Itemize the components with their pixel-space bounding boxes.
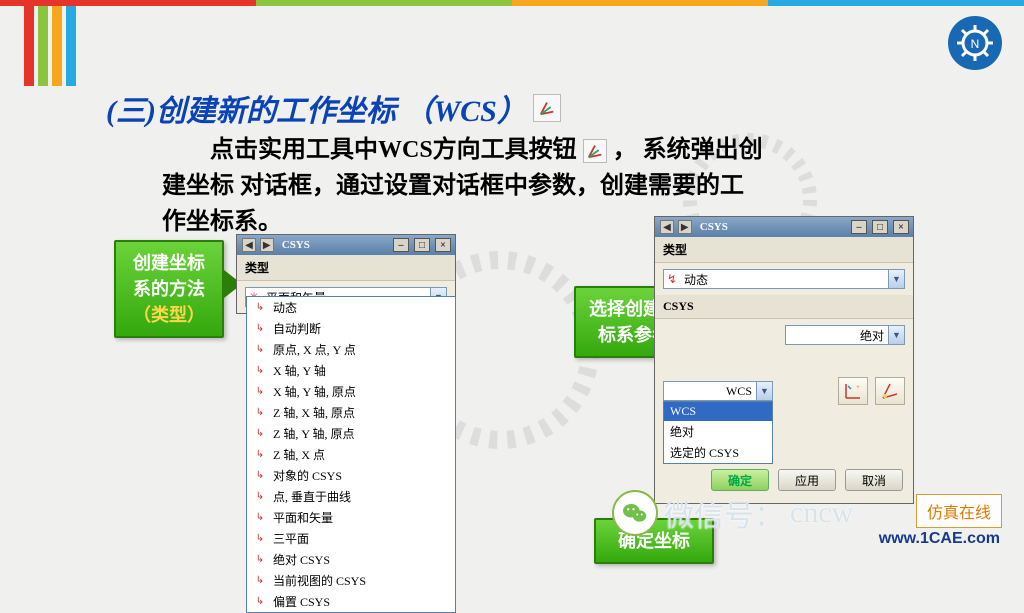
callout-type-method: 创建坐标 系的方法 （类型） <box>114 240 224 338</box>
dialog-title: CSYS <box>700 221 846 233</box>
type-option[interactable]: ↳自动判断 <box>247 318 455 339</box>
page-title: (三)创建新的工作坐标 （WCS） <box>106 86 527 130</box>
ref-combo-value: 绝对 <box>786 327 888 344</box>
type-combo-value: 动态 <box>680 271 888 288</box>
minimize-button[interactable]: – <box>393 238 409 252</box>
dialog-title: CSYS <box>282 239 388 251</box>
minimize-button[interactable]: – <box>851 220 867 234</box>
wcs-option[interactable]: 选定的 CSYS <box>664 442 772 463</box>
top-accent-bar <box>0 0 1024 6</box>
dialog-titlebar[interactable]: ◀ ▶ CSYS – □ × <box>237 235 455 255</box>
wechat-icon <box>612 490 658 536</box>
forward-icon[interactable]: ▶ <box>678 220 692 234</box>
brand-gear-logo: N <box>948 16 1002 70</box>
site-url: www.1CAE.com <box>879 530 1000 548</box>
maximize-button[interactable]: □ <box>414 238 430 252</box>
type-option[interactable]: ↳X 轴, Y 轴 <box>247 360 455 381</box>
section-type-label: 类型 <box>655 237 913 263</box>
wcs-combo-value: WCS <box>664 384 756 399</box>
csys-tool-2[interactable] <box>875 377 905 405</box>
type-option[interactable]: ↳绝对 CSYS <box>247 549 455 570</box>
svg-text:+: + <box>856 383 860 391</box>
type-option[interactable]: ↳Z 轴, X 点 <box>247 444 455 465</box>
back-icon[interactable]: ◀ <box>242 238 256 252</box>
type-option[interactable]: ↳平面和矢量 <box>247 507 455 528</box>
wcs-tool-icon <box>533 94 561 122</box>
svg-text:N: N <box>971 37 980 51</box>
type-option[interactable]: ↳Z 轴, Y 轴, 原点 <box>247 423 455 444</box>
maximize-button[interactable]: □ <box>872 220 888 234</box>
type-option[interactable]: ↳X 轴, Y 轴, 原点 <box>247 381 455 402</box>
type-dropdown-list[interactable]: ↳动态↳自动判断↳原点, X 点, Y 点↳X 轴, Y 轴↳X 轴, Y 轴,… <box>246 296 456 613</box>
chevron-down-icon[interactable]: ▼ <box>888 270 904 288</box>
chevron-down-icon[interactable]: ▼ <box>888 326 904 344</box>
wcs-dropdown-list[interactable]: WCS绝对选定的 CSYS <box>663 401 773 464</box>
type-option[interactable]: ↳偏置 CSYS <box>247 591 455 612</box>
type-option[interactable]: ↳点, 垂直于曲线 <box>247 486 455 507</box>
type-option[interactable]: ↳原点, X 点, Y 点 <box>247 339 455 360</box>
chevron-down-icon[interactable]: ▼ <box>756 382 772 400</box>
type-option[interactable]: ↳对象的 CSYS <box>247 465 455 486</box>
heading-row: (三)创建新的工作坐标 （WCS） <box>106 86 561 130</box>
close-button[interactable]: × <box>893 220 909 234</box>
section-type-label: 类型 <box>237 255 455 281</box>
wechat-watermark: 微信号：cncw <box>612 490 853 536</box>
ref-combobox[interactable]: 绝对 ▼ <box>785 325 905 345</box>
section-ref-label: CSYS <box>655 295 913 319</box>
wcs-tool-icon-inline <box>583 139 607 163</box>
dialog-titlebar[interactable]: ◀ ▶ CSYS – □ × <box>655 217 913 237</box>
left-color-stripes <box>24 6 76 86</box>
csys-dialog-right: ◀ ▶ CSYS – □ × 类型 ↯ 动态 ▼ CSYS 绝对 ▼ WCS ▼… <box>654 216 914 504</box>
dynamic-icon: ↯ <box>664 272 680 287</box>
cancel-button[interactable]: 取消 <box>845 469 903 491</box>
simulation-online-badge: 仿真在线 <box>916 494 1002 528</box>
type-option[interactable]: ↳当前视图的 CSYS <box>247 570 455 591</box>
type-option[interactable]: ↳三平面 <box>247 528 455 549</box>
type-combobox[interactable]: ↯ 动态 ▼ <box>663 269 905 289</box>
back-icon[interactable]: ◀ <box>660 220 674 234</box>
wcs-option[interactable]: 绝对 <box>664 421 772 442</box>
wcs-option[interactable]: WCS <box>664 402 772 421</box>
type-option[interactable]: ↳动态 <box>247 297 455 318</box>
type-option[interactable]: ↳Z 轴, X 轴, 原点 <box>247 402 455 423</box>
apply-button[interactable]: 应用 <box>778 469 836 491</box>
csys-tool-1[interactable]: + <box>838 377 868 405</box>
wcs-combobox[interactable]: WCS ▼ <box>663 381 773 401</box>
ok-button[interactable]: 确定 <box>711 469 769 491</box>
close-button[interactable]: × <box>435 238 451 252</box>
forward-icon[interactable]: ▶ <box>260 238 274 252</box>
